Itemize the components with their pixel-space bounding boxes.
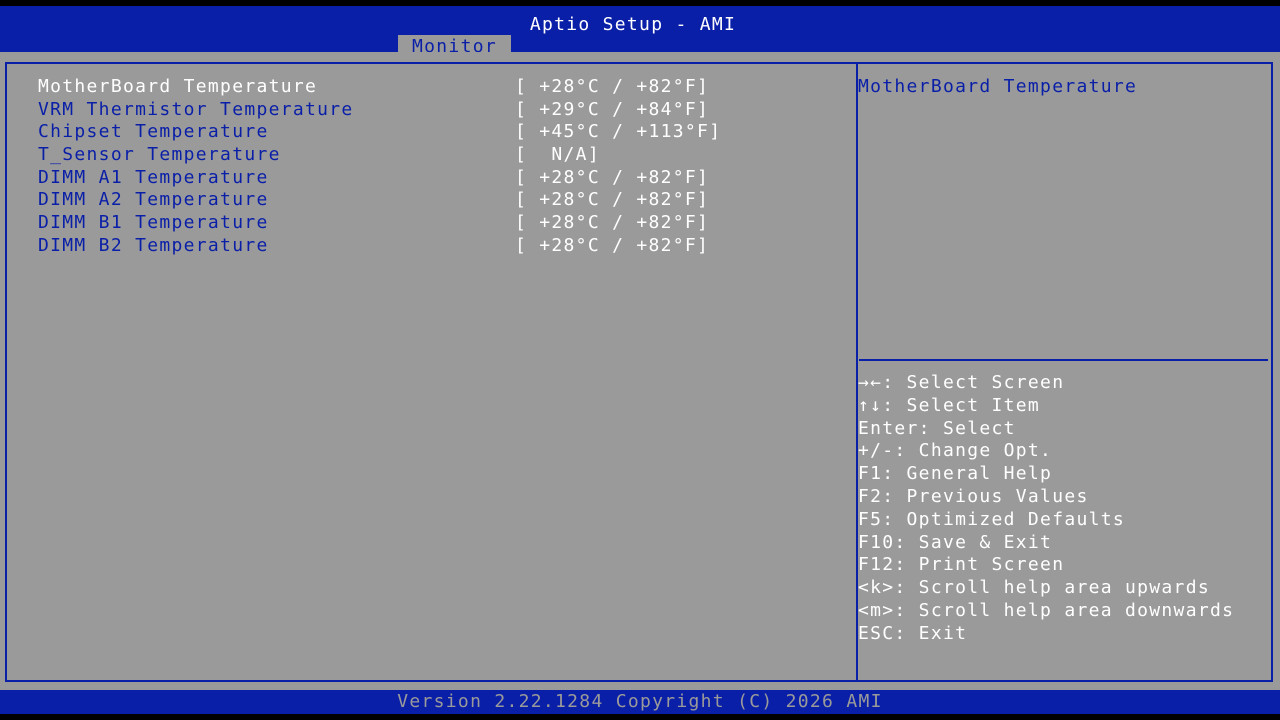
setting-label: DIMM A2 Temperature: [38, 189, 269, 211]
setting-value: [ +28°C / +82°F]: [515, 189, 710, 211]
setting-label: T_Sensor Temperature: [38, 144, 281, 166]
setting-value: [ +29°C / +84°F]: [515, 98, 710, 120]
key-hint-scroll-down: <m>: Scroll help area downwards: [858, 599, 1235, 621]
setting-row-dimm-a2-temperature[interactable]: DIMM A2 Temperature [ +28°C / +82°F]: [38, 188, 838, 211]
setting-value: [ +28°C / +82°F]: [515, 76, 710, 97]
title-bar: Aptio Setup - AMI Monitor: [0, 6, 1280, 58]
setting-row-vrm-thermistor-temperature[interactable]: VRM Thermistor Temperature [ +29°C / +84…: [38, 98, 838, 121]
setting-label: DIMM B2 Temperature: [38, 234, 269, 256]
settings-list: MotherBoard Temperature [ +28°C / +82°F]…: [38, 75, 838, 257]
key-hint-select-screen: →←: Select Screen: [858, 372, 1065, 393]
setting-row-motherboard-temperature[interactable]: MotherBoard Temperature [ +28°C / +82°F]: [38, 75, 838, 98]
setting-label: DIMM B1 Temperature: [38, 212, 269, 234]
help-text: MotherBoard Temperature: [858, 76, 1138, 97]
setting-row-chipset-temperature[interactable]: Chipset Temperature [ +45°C / +113°F]: [38, 120, 838, 143]
help-divider: [859, 359, 1268, 361]
key-hint-print-screen: F12: Print Screen: [858, 554, 1065, 576]
key-hint-select-item: ↑↓: Select Item: [858, 394, 1041, 416]
setting-value: [ +28°C / +82°F]: [515, 212, 710, 234]
app-title: Aptio Setup - AMI: [529, 14, 737, 35]
key-hint-exit: ESC: Exit: [858, 622, 968, 644]
footer-bar: Version 2.22.1284 Copyright (C) 2026 AMI: [0, 690, 1280, 714]
setting-label: Chipset Temperature: [38, 121, 269, 143]
setting-row-t-sensor-temperature[interactable]: T_Sensor Temperature [ N/A]: [38, 143, 838, 166]
key-hint-previous-values: F2: Previous Values: [858, 485, 1089, 507]
setting-value: [ +45°C / +113°F]: [515, 121, 722, 143]
key-hint-enter: Enter: Select: [858, 417, 1016, 439]
key-hint-optimized-defaults: F5: Optimized Defaults: [858, 508, 1126, 530]
key-hint-save-exit: F10: Save & Exit: [858, 531, 1053, 553]
setting-row-dimm-a1-temperature[interactable]: DIMM A1 Temperature [ +28°C / +82°F]: [38, 166, 838, 189]
key-hint-scroll-up: <k>: Scroll help area upwards: [858, 577, 1210, 599]
setting-value: [ +28°C / +82°F]: [515, 166, 710, 188]
key-hint-general-help: F1: General Help: [858, 463, 1053, 485]
setting-row-dimm-b1-temperature[interactable]: DIMM B1 Temperature [ +28°C / +82°F]: [38, 211, 838, 234]
key-legend: →←: Select Screen ↑↓: Select Item Enter:…: [858, 371, 1234, 645]
setting-label: MotherBoard Temperature: [38, 76, 318, 97]
setting-value: [ N/A]: [515, 144, 600, 166]
setting-value: [ +28°C / +82°F]: [515, 234, 710, 256]
setting-row-dimm-b2-temperature[interactable]: DIMM B2 Temperature [ +28°C / +82°F]: [38, 234, 838, 257]
setting-label: DIMM A1 Temperature: [38, 166, 269, 188]
version-text: Version 2.22.1284 Copyright (C) 2026 AMI: [397, 691, 883, 712]
setting-label: VRM Thermistor Temperature: [38, 98, 354, 120]
key-hint-change-opt: +/-: Change Opt.: [858, 440, 1053, 462]
